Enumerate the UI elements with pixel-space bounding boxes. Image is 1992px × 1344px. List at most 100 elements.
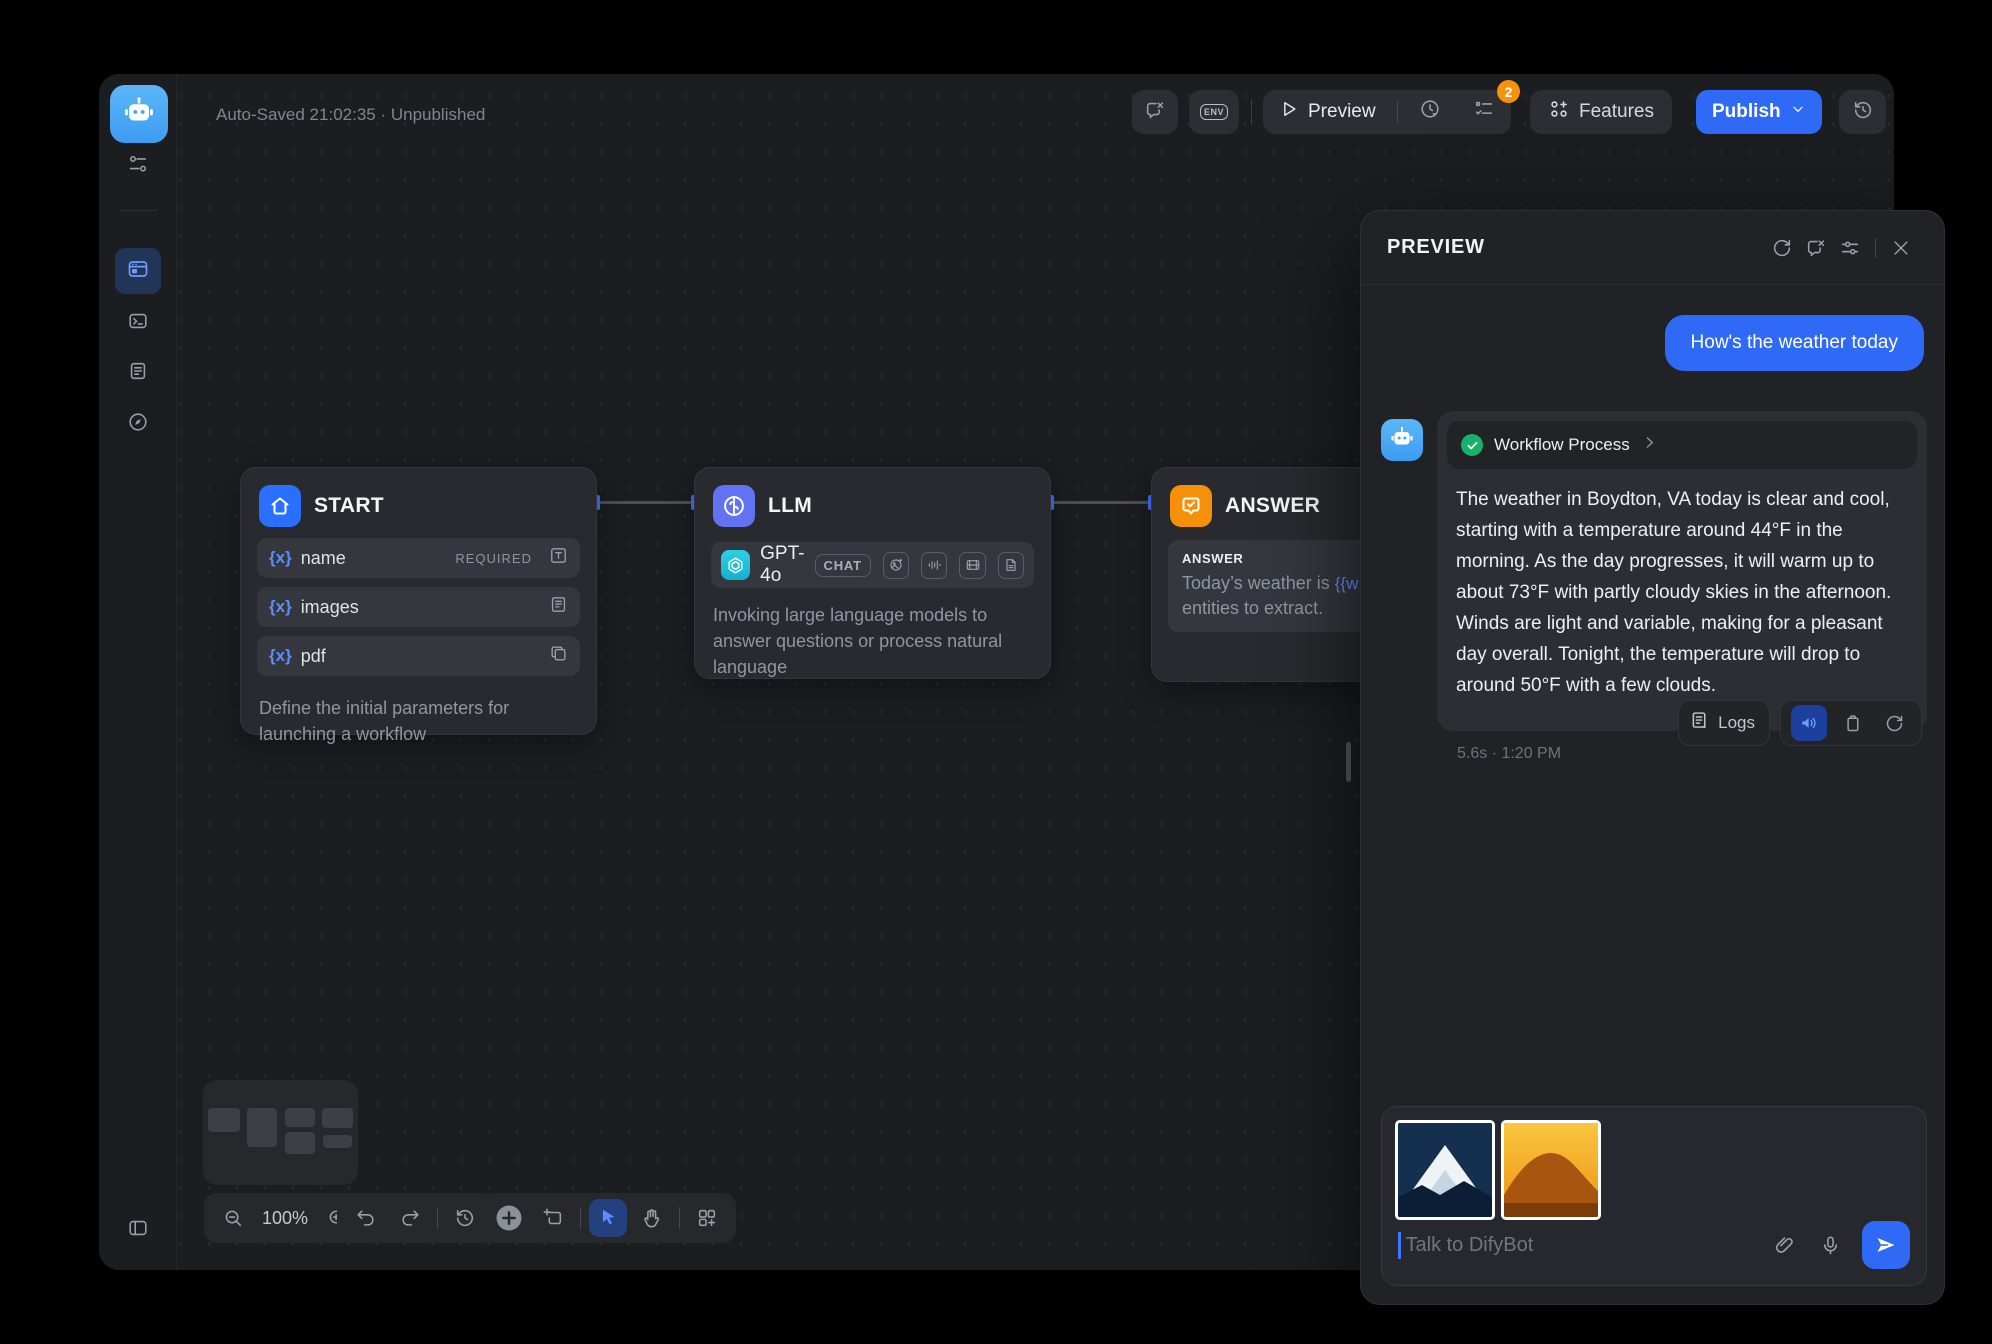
user-message-bubble: How's the weather today (1665, 315, 1924, 371)
node-title: LLM (768, 494, 812, 518)
zoom-out-button[interactable] (214, 1199, 252, 1237)
annotation-icon (1144, 99, 1166, 126)
collapse-sidebar-button[interactable] (118, 1210, 158, 1250)
sidebar-item-nodes[interactable] (118, 146, 158, 186)
variable-icon: {x} (269, 548, 292, 568)
preview-panel-header: PREVIEW (1361, 211, 1944, 285)
sidebar-item-orchestrate[interactable] (115, 248, 161, 294)
node-description: Invoking large language models to answer… (695, 592, 1050, 698)
start-field-name[interactable]: {x} name REQUIRED (257, 538, 580, 578)
history-button[interactable] (446, 1199, 484, 1237)
message-meta: 5.6s · 1:20 PM (1457, 745, 1927, 763)
collapse-panel-icon (127, 1217, 149, 1244)
chevron-right-icon (1641, 434, 1658, 456)
compass-icon (127, 411, 149, 438)
model-selector[interactable]: GPT-4o CHAT (711, 542, 1034, 588)
sidebar-item-logs[interactable] (118, 353, 158, 393)
document-list-icon (127, 360, 149, 387)
publish-label: Publish (1712, 101, 1781, 123)
run-history-button[interactable] (1419, 98, 1441, 126)
preview-run-button[interactable]: Preview (1308, 101, 1376, 123)
edge-llm-answer (1051, 501, 1151, 504)
panel-resize-handle[interactable] (1346, 742, 1351, 782)
paragraph-icon (549, 595, 568, 619)
conversation-settings-button[interactable] (1833, 231, 1867, 265)
message-actions: Logs (1678, 700, 1922, 746)
robot-icon (122, 95, 156, 134)
close-panel-button[interactable] (1884, 231, 1918, 265)
success-check-icon (1461, 434, 1483, 456)
copy-button[interactable] (1835, 706, 1869, 740)
start-field-images[interactable]: {x} images (257, 587, 580, 627)
minimap[interactable] (203, 1080, 358, 1185)
field-name: name (301, 548, 447, 569)
env-variables-button[interactable]: ENV (1189, 90, 1239, 134)
edge-start-llm (597, 501, 694, 504)
organize-blocks-button[interactable] (688, 1199, 726, 1237)
send-button[interactable] (1862, 1221, 1910, 1269)
checklist-button[interactable] (1473, 98, 1495, 126)
openai-icon (721, 550, 750, 580)
vision-icon (883, 552, 909, 579)
workflow-process-toggle[interactable]: Workflow Process (1447, 421, 1917, 469)
text-caret (1398, 1232, 1401, 1259)
logs-button[interactable]: Logs (1678, 700, 1770, 746)
brain-icon (713, 485, 755, 527)
checklist-badge: 2 (1497, 80, 1520, 103)
start-field-pdf[interactable]: {x} pdf (257, 636, 580, 676)
pointer-tool-button[interactable] (589, 1199, 627, 1237)
logs-icon (1689, 710, 1710, 736)
chevron-down-icon (1790, 101, 1806, 123)
bot-message: Workflow Process The weather in Boydton,… (1437, 411, 1927, 763)
run-group: Preview (1263, 90, 1511, 134)
node-title: ANSWER (1225, 494, 1320, 518)
attachment-button[interactable] (1766, 1227, 1802, 1263)
env-icon: ENV (1200, 104, 1228, 120)
image-thumbnail[interactable] (1395, 1120, 1495, 1220)
annotation-button[interactable] (1132, 90, 1178, 134)
restart-conversation-button[interactable] (1765, 231, 1799, 265)
undo-button[interactable] (347, 1199, 385, 1237)
regenerate-button[interactable] (1877, 706, 1911, 740)
chat-input-area (1381, 1106, 1927, 1286)
speaker-button[interactable] (1791, 705, 1827, 741)
app-avatar[interactable] (110, 85, 168, 143)
home-icon (259, 485, 301, 527)
publish-button[interactable]: Publish (1696, 90, 1822, 134)
start-node[interactable]: START {x} name REQUIRED {x} images (240, 467, 597, 735)
canvas-tools (480, 1193, 736, 1243)
video-icon (959, 552, 985, 579)
field-name: pdf (301, 646, 540, 667)
annotation-icon[interactable] (1799, 231, 1833, 265)
document-icon (998, 552, 1024, 579)
sidebar-item-monitoring[interactable] (118, 404, 158, 444)
features-button[interactable]: Features (1530, 90, 1672, 134)
version-history-button[interactable] (1839, 90, 1886, 134)
window-icon (126, 257, 150, 286)
toolbar-divider (1251, 99, 1252, 125)
chat-input[interactable] (1406, 1234, 1757, 1257)
variable-icon: {x} (269, 597, 292, 617)
mic-button[interactable] (1812, 1227, 1848, 1263)
sidebar-item-api[interactable] (118, 303, 158, 343)
zoom-level[interactable]: 100% (258, 1208, 312, 1229)
workflow-process-label: Workflow Process (1494, 435, 1630, 455)
dify-workflow-app: Auto-Saved 21:02:35 · Unpublished ENV Pr… (0, 0, 1992, 1344)
image-thumbnail[interactable] (1501, 1120, 1601, 1220)
bot-avatar (1381, 419, 1423, 461)
llm-node[interactable]: LLM GPT-4o CHAT (694, 467, 1051, 679)
add-node-button[interactable] (490, 1199, 528, 1237)
bot-message-card: Workflow Process The weather in Boydton,… (1437, 411, 1927, 731)
answer-variable: {{w (1335, 574, 1359, 593)
preview-panel: PREVIEW H (1360, 210, 1945, 1305)
terminal-icon (127, 310, 149, 337)
robot-icon (1389, 425, 1415, 456)
redo-button[interactable] (391, 1199, 429, 1237)
play-icon (1279, 99, 1299, 125)
audio-icon (921, 552, 947, 579)
chat-mode-pill: CHAT (815, 554, 871, 577)
add-note-button[interactable] (534, 1199, 572, 1237)
answer-icon (1170, 485, 1212, 527)
sidebar-divider (119, 210, 157, 211)
hand-tool-button[interactable] (633, 1199, 671, 1237)
